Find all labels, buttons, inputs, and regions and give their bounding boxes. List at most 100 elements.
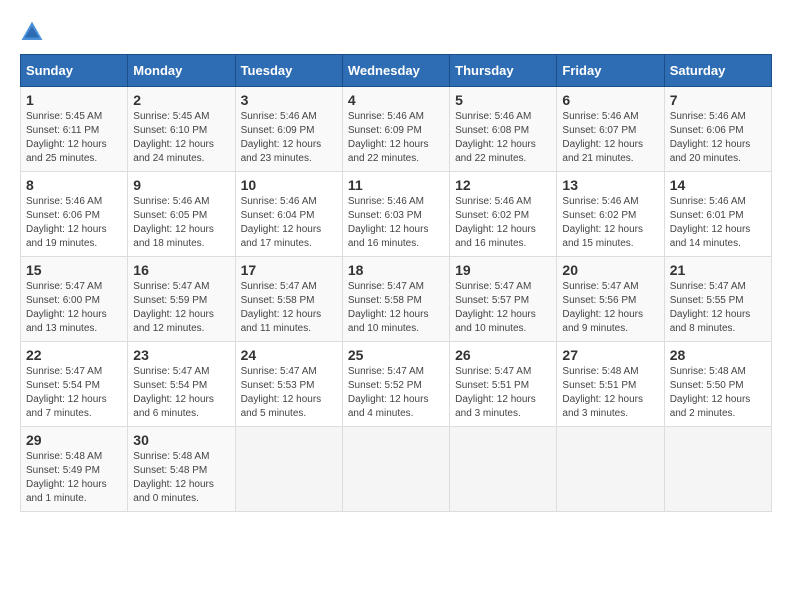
day-info: Sunrise: 5:46 AMSunset: 6:08 PMDaylight:… [455,111,536,164]
calendar-week-4: 22 Sunrise: 5:47 AMSunset: 5:54 PMDayligh… [21,342,772,427]
header-day-saturday: Saturday [664,55,771,87]
calendar-cell-7: 7Sunrise: 5:46 AMSunset: 6:06 PMDaylight… [664,87,771,172]
header-day-friday: Friday [557,55,664,87]
calendar-cell-23: 23Sunrise: 5:47 AMSunset: 5:54 PMDayligh… [128,342,235,427]
day-info: Sunrise: 5:48 AMSunset: 5:48 PMDaylight:… [133,451,214,504]
day-info: Sunrise: 5:45 AMSunset: 6:11 PMDaylight:… [26,111,107,164]
calendar-cell-empty [450,427,557,512]
calendar-week-1: 1 Sunrise: 5:45 AMSunset: 6:11 PMDaylight… [21,87,772,172]
day-number: 22 [26,347,122,363]
calendar-cell-6: 6 Sunrise: 5:46 AMSunset: 6:07 PMDaylight… [557,87,664,172]
calendar-cell-28: 28 Sunrise: 5:48 AMSunset: 5:50 PMDayligh… [664,342,771,427]
calendar-cell-8: 8Sunrise: 5:46 AMSunset: 6:06 PMDaylight… [21,172,128,257]
day-number: 12 [455,177,551,193]
header-day-wednesday: Wednesday [342,55,449,87]
day-number: 4 [348,92,444,108]
calendar-cell-empty [235,427,342,512]
calendar-cell-30: 30 Sunrise: 5:48 AMSunset: 5:48 PMDayligh… [128,427,235,512]
logo [20,20,48,44]
day-number: 7 [670,92,766,108]
calendar-cell-2: 2 Sunrise: 5:45 AMSunset: 6:10 PMDaylight… [128,87,235,172]
calendar-cell-21: 21 Sunrise: 5:47 AMSunset: 5:55 PMDayligh… [664,257,771,342]
day-info: Sunrise: 5:46 AMSunset: 6:02 PMDaylight:… [562,196,643,249]
day-number: 10 [241,177,337,193]
day-number: 1 [26,92,122,108]
calendar-week-3: 15Sunrise: 5:47 AMSunset: 6:00 PMDayligh… [21,257,772,342]
calendar-cell-5: 5Sunrise: 5:46 AMSunset: 6:08 PMDaylight… [450,87,557,172]
calendar-table: SundayMondayTuesdayWednesdayThursdayFrid… [20,54,772,512]
day-info: Sunrise: 5:45 AMSunset: 6:10 PMDaylight:… [133,111,214,164]
day-number: 27 [562,347,658,363]
calendar-cell-10: 10Sunrise: 5:46 AMSunset: 6:04 PMDayligh… [235,172,342,257]
day-info: Sunrise: 5:46 AMSunset: 6:05 PMDaylight:… [133,196,214,249]
day-info: Sunrise: 5:47 AMSunset: 5:58 PMDaylight:… [348,281,429,334]
day-info: Sunrise: 5:46 AMSunset: 6:09 PMDaylight:… [241,111,322,164]
day-info: Sunrise: 5:46 AMSunset: 6:09 PMDaylight:… [348,111,429,164]
day-number: 15 [26,262,122,278]
day-number: 20 [562,262,658,278]
day-number: 29 [26,432,122,448]
day-number: 23 [133,347,229,363]
day-number: 24 [241,347,337,363]
calendar-cell-18: 18 Sunrise: 5:47 AMSunset: 5:58 PMDayligh… [342,257,449,342]
day-number: 11 [348,177,444,193]
day-info: Sunrise: 5:47 AMSunset: 5:53 PMDaylight:… [241,366,322,419]
day-info: Sunrise: 5:47 AMSunset: 5:54 PMDaylight:… [26,366,107,419]
calendar-cell-empty [557,427,664,512]
calendar-cell-9: 9 Sunrise: 5:46 AMSunset: 6:05 PMDaylight… [128,172,235,257]
calendar-cell-16: 16 Sunrise: 5:47 AMSunset: 5:59 PMDayligh… [128,257,235,342]
day-info: Sunrise: 5:47 AMSunset: 5:57 PMDaylight:… [455,281,536,334]
calendar-week-5: 29 Sunrise: 5:48 AMSunset: 5:49 PMDayligh… [21,427,772,512]
header-day-tuesday: Tuesday [235,55,342,87]
calendar-cell-14: 14 Sunrise: 5:46 AMSunset: 6:01 PMDayligh… [664,172,771,257]
calendar-cell-15: 15Sunrise: 5:47 AMSunset: 6:00 PMDayligh… [21,257,128,342]
day-info: Sunrise: 5:46 AMSunset: 6:02 PMDaylight:… [455,196,536,249]
calendar-header-row: SundayMondayTuesdayWednesdayThursdayFrid… [21,55,772,87]
day-info: Sunrise: 5:47 AMSunset: 5:59 PMDaylight:… [133,281,214,334]
day-info: Sunrise: 5:47 AMSunset: 5:51 PMDaylight:… [455,366,536,419]
day-number: 18 [348,262,444,278]
calendar-week-2: 8Sunrise: 5:46 AMSunset: 6:06 PMDaylight… [21,172,772,257]
day-info: Sunrise: 5:48 AMSunset: 5:49 PMDaylight:… [26,451,107,504]
day-number: 28 [670,347,766,363]
calendar-cell-13: 13 Sunrise: 5:46 AMSunset: 6:02 PMDayligh… [557,172,664,257]
calendar-cell-empty [342,427,449,512]
day-info: Sunrise: 5:46 AMSunset: 6:03 PMDaylight:… [348,196,429,249]
calendar-cell-3: 3 Sunrise: 5:46 AMSunset: 6:09 PMDaylight… [235,87,342,172]
day-number: 30 [133,432,229,448]
day-info: Sunrise: 5:47 AMSunset: 5:55 PMDaylight:… [670,281,751,334]
calendar-cell-4: 4 Sunrise: 5:46 AMSunset: 6:09 PMDaylight… [342,87,449,172]
day-number: 8 [26,177,122,193]
day-number: 2 [133,92,229,108]
day-info: Sunrise: 5:47 AMSunset: 5:58 PMDaylight:… [241,281,322,334]
calendar-cell-17: 17 Sunrise: 5:47 AMSunset: 5:58 PMDayligh… [235,257,342,342]
calendar-cell-empty [664,427,771,512]
day-number: 17 [241,262,337,278]
day-number: 16 [133,262,229,278]
day-number: 14 [670,177,766,193]
calendar-cell-11: 11 Sunrise: 5:46 AMSunset: 6:03 PMDayligh… [342,172,449,257]
calendar-cell-29: 29 Sunrise: 5:48 AMSunset: 5:49 PMDayligh… [21,427,128,512]
day-number: 9 [133,177,229,193]
day-info: Sunrise: 5:47 AMSunset: 5:52 PMDaylight:… [348,366,429,419]
day-number: 26 [455,347,551,363]
calendar-cell-20: 20Sunrise: 5:47 AMSunset: 5:56 PMDayligh… [557,257,664,342]
calendar-cell-24: 24 Sunrise: 5:47 AMSunset: 5:53 PMDayligh… [235,342,342,427]
day-info: Sunrise: 5:48 AMSunset: 5:50 PMDaylight:… [670,366,751,419]
calendar-cell-19: 19 Sunrise: 5:47 AMSunset: 5:57 PMDayligh… [450,257,557,342]
day-number: 13 [562,177,658,193]
logo-icon [20,20,44,44]
calendar-cell-1: 1 Sunrise: 5:45 AMSunset: 6:11 PMDaylight… [21,87,128,172]
day-info: Sunrise: 5:46 AMSunset: 6:01 PMDaylight:… [670,196,751,249]
header-day-monday: Monday [128,55,235,87]
calendar-cell-22: 22 Sunrise: 5:47 AMSunset: 5:54 PMDayligh… [21,342,128,427]
header-day-thursday: Thursday [450,55,557,87]
day-number: 3 [241,92,337,108]
day-info: Sunrise: 5:46 AMSunset: 6:07 PMDaylight:… [562,111,643,164]
day-number: 19 [455,262,551,278]
day-number: 6 [562,92,658,108]
header-day-sunday: Sunday [21,55,128,87]
day-number: 21 [670,262,766,278]
calendar-cell-25: 25Sunrise: 5:47 AMSunset: 5:52 PMDayligh… [342,342,449,427]
calendar-cell-12: 12 Sunrise: 5:46 AMSunset: 6:02 PMDayligh… [450,172,557,257]
